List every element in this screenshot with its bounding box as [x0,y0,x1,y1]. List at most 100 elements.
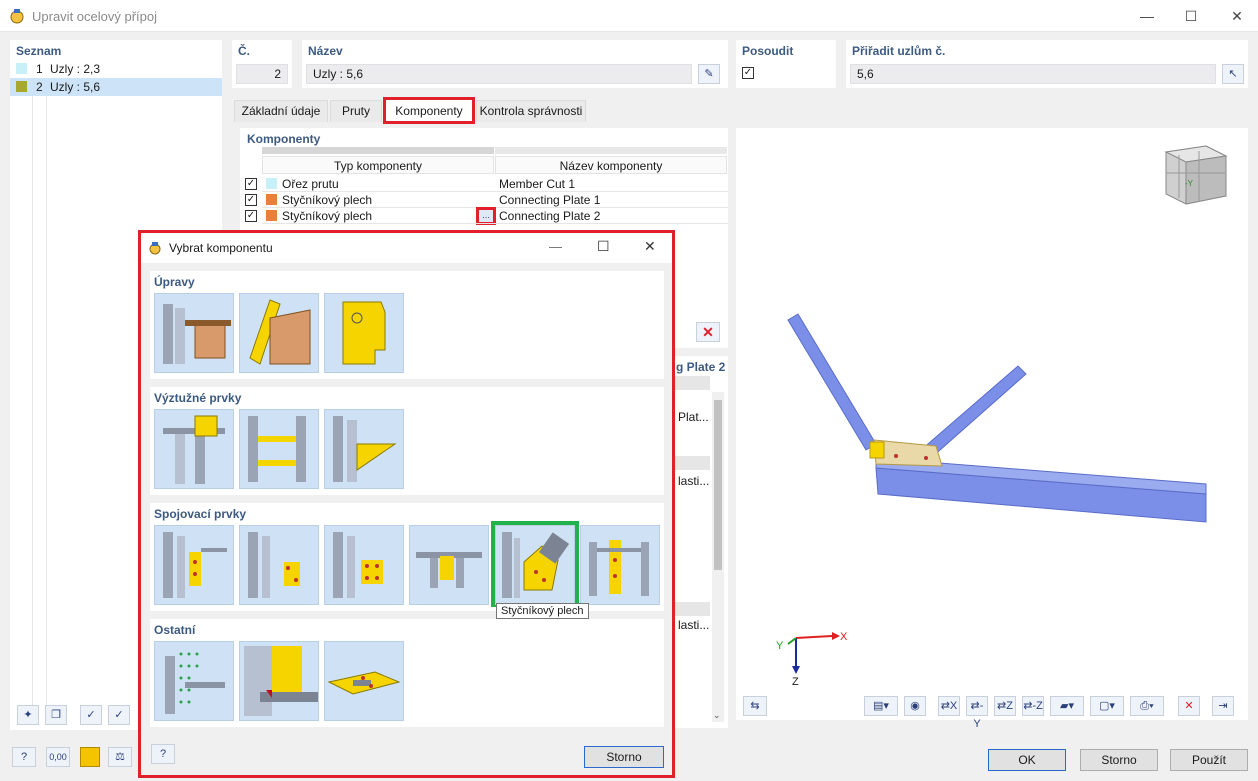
component-gusset-plate[interactable] [495,525,575,605]
components-header: Komponenty [247,132,321,146]
property-cell: lasti... [678,618,710,632]
tab-validation[interactable]: Kontrola správnosti [476,100,586,122]
export-view-icon[interactable]: ⇥ [1212,696,1234,716]
uncheck-icon[interactable]: ✓ [108,705,130,725]
rendering-icon[interactable]: ▰▾ [1050,696,1084,716]
component-splice[interactable] [409,525,489,605]
component-anchor[interactable] [324,641,404,721]
properties-title: g Plate 2 [676,360,726,374]
dialog-cancel-button[interactable]: Storno [584,746,664,768]
3d-model[interactable]: -Y [736,128,1248,720]
tab-components[interactable]: Komponenty [383,97,475,124]
help-icon[interactable]: ? [12,747,36,767]
component-double-stiffener[interactable] [239,409,319,489]
component-end-plate[interactable] [239,525,319,605]
view-x-icon[interactable]: ⇄X [938,696,960,716]
row-checkbox[interactable]: ✓ [245,194,257,206]
reset-view-icon[interactable]: ✕ [1178,696,1200,716]
copy-item-icon[interactable]: ❐ [45,705,67,725]
component-name[interactable]: Connecting Plate 1 [499,193,600,207]
maximize-button[interactable]: ☐ [1176,6,1206,26]
component-bolted-plate[interactable] [324,525,404,605]
3d-view[interactable]: -Y X Y Z [736,128,1248,720]
display-options-icon[interactable]: ▤▾ [864,696,898,716]
list-item-selected[interactable]: 2 Uzly : 5,6 [10,78,222,96]
edit-name-icon[interactable]: ✎ [698,64,720,84]
design-panel: Posoudit ✓ [736,40,836,88]
component-bolt-grid[interactable] [154,641,234,721]
color-swatch [266,178,277,189]
tab-basic[interactable]: Základní údaje [234,100,328,122]
tab-members[interactable]: Pruty [330,100,382,122]
axis-y-label: Y [776,640,784,652]
component-name[interactable]: Connecting Plate 2 [499,209,600,223]
visibility-icon[interactable]: ◉ [904,696,926,716]
minimize-button[interactable]: — [1132,6,1162,26]
view-sync-icon[interactable]: ⇆ [743,696,767,716]
row-divider [262,223,728,224]
dialog-minimize-button[interactable]: — [549,239,562,254]
color-swatch [266,194,277,205]
app-icon [10,9,24,24]
view-minus-y-icon[interactable]: ⇄-Y [966,696,988,730]
name-field[interactable]: Uzly : 5,6 [306,64,692,84]
col-name-header[interactable]: Název komponenty [495,156,727,174]
component-name[interactable]: Member Cut 1 [499,177,575,191]
close-button[interactable]: ✕ [1222,6,1252,26]
component-plate-cut[interactable] [324,293,404,373]
list-item-no: 2 [36,80,43,94]
header-strip [262,147,494,154]
units-icon[interactable]: ⚖ [108,747,132,767]
property-cell: Plat... [678,410,709,424]
component-fin-plate[interactable] [154,525,234,605]
select-component-dialog: Vybrat komponentu — ☐ ✕ Úpravy Výztužné … [138,230,675,778]
new-item-icon[interactable]: ✦ [17,705,39,725]
section-stiffeners: Výztužné prvky [150,387,664,495]
view-z-icon[interactable]: ⇄Z [994,696,1016,716]
name-label: Název [308,44,343,58]
section-modifications: Úpravy [150,271,664,379]
list-item[interactable]: 1 Uzly : 2,3 [10,60,222,78]
section-connectors: Spojovací prvky [150,503,664,611]
axis-x-label: X [840,631,848,643]
component-stiffener[interactable] [154,409,234,489]
axis-z-label: Z [792,676,799,688]
row-checkbox[interactable]: ✓ [245,210,257,222]
apply-button[interactable]: Použít [1170,749,1248,771]
component-double-fin[interactable] [580,525,660,605]
pick-nodes-icon[interactable]: ↖ [1222,64,1244,84]
number-label: Č. [238,44,250,58]
dialog-maximize-button[interactable]: ☐ [597,238,610,255]
col-type-header[interactable]: Typ komponenty [262,156,494,174]
delete-component-icon[interactable]: ✕ [696,322,720,342]
list-item-label: Uzly : 2,3 [50,62,101,76]
header-strip [495,147,727,154]
scroll-down-icon[interactable]: ⌄ [713,710,721,721]
component-rib[interactable] [324,409,404,489]
transparency-icon[interactable]: ▢▾ [1090,696,1124,716]
decimal-places-icon[interactable]: 0,00 [46,747,70,767]
dialog-close-button[interactable]: ✕ [644,238,656,255]
row-checkbox[interactable]: ✓ [245,178,257,190]
section-title: Výztužné prvky [154,391,242,405]
component-type: Styčníkový plech [282,209,373,223]
cancel-button[interactable]: Storno [1080,749,1158,771]
view-minus-z-icon[interactable]: ⇄-Z [1022,696,1044,716]
component-cut-plane[interactable] [239,293,319,373]
member-left-diagonal [787,313,877,451]
scrollbar[interactable]: ⌄ [712,392,724,722]
ok-button[interactable]: OK [988,749,1066,771]
component-member-cut[interactable] [154,293,234,373]
design-checkbox[interactable]: ✓ [742,67,754,79]
number-field[interactable]: 2 [236,64,288,84]
check-all-icon[interactable]: ✓ [80,705,102,725]
dialog-help-icon[interactable]: ? [151,744,175,764]
design-label: Posoudit [742,44,794,58]
tooltip: Styčníkový plech [496,603,589,619]
print-icon[interactable]: ⎙▾ [1130,696,1164,716]
component-weld[interactable] [239,641,319,721]
assign-field[interactable]: 5,6 [850,64,1216,84]
scrollbar-thumb[interactable] [714,400,722,570]
assign-panel: Přiřadit uzlům č. 5,6 ↖ [846,40,1248,88]
color-icon[interactable] [80,747,100,767]
